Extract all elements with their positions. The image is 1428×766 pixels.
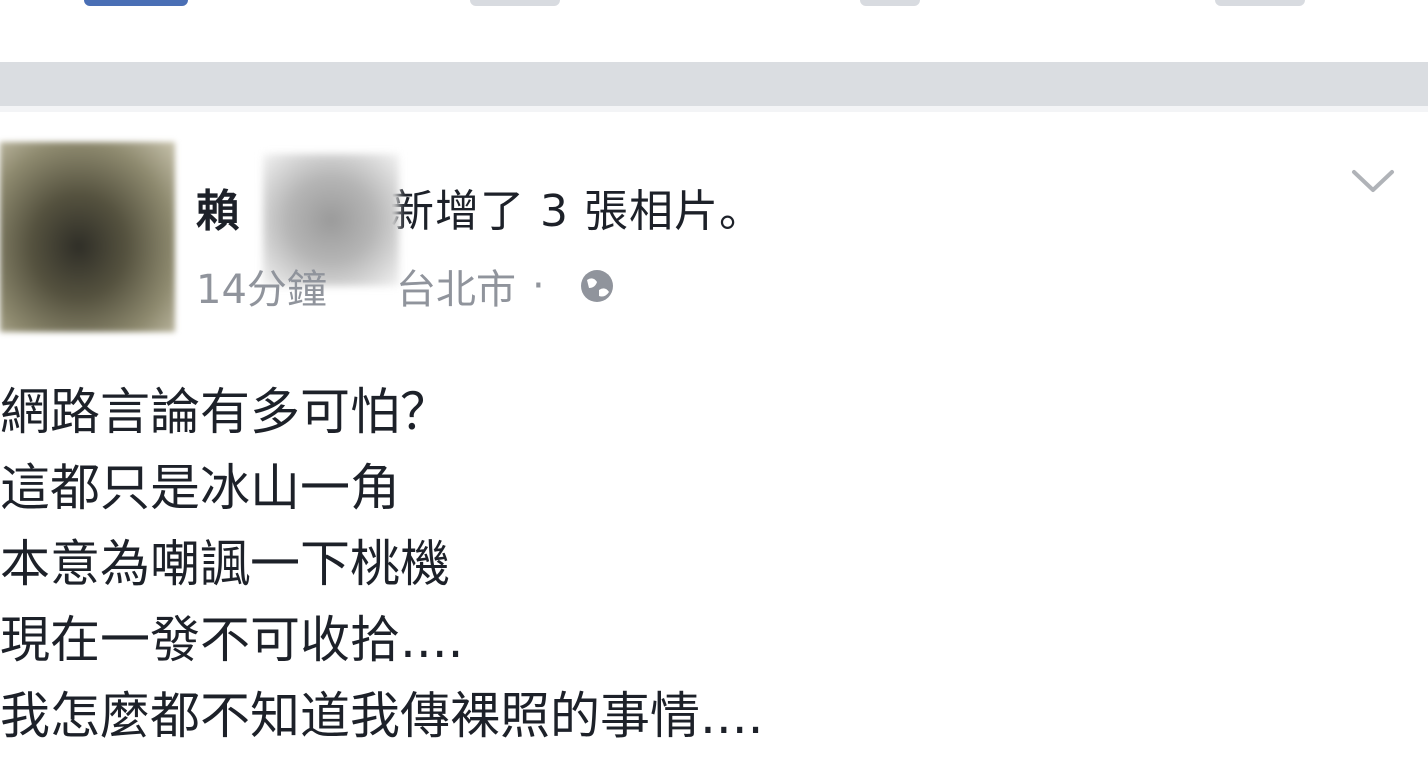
post-timestamp[interactable]: 14分鐘: [196, 257, 396, 315]
post-text-line: 現在一發不可收拾....: [0, 611, 464, 669]
author-name[interactable]: 賴: [196, 175, 240, 239]
top-navigation: [0, 0, 1428, 62]
post-location[interactable]: 台北市: [396, 257, 516, 315]
post-text-line: 本意為嘲諷一下桃機: [0, 535, 450, 593]
feed-divider: [0, 62, 1428, 106]
feed-post: 賴 新增了 3 張相片。 14分鐘 台北市 · 網路言論有多可怕？ 這都只是冰山…: [0, 112, 1428, 766]
globe-icon[interactable]: [577, 266, 617, 306]
nav-home-indicator[interactable]: [84, 0, 188, 6]
post-text-line: 這都只是冰山一角: [0, 459, 400, 517]
post-text-line: 我怎麼都不知道我傳裸照的事情....: [0, 687, 764, 745]
post-meta: 14分鐘 台北市 ·: [196, 258, 617, 314]
nav-item[interactable]: [1215, 0, 1305, 6]
post-body: 網路言論有多可怕？ 這都只是冰山一角 本意為嘲諷一下桃機 現在一發不可收拾...…: [0, 374, 1400, 754]
post-text-line: 網路言論有多可怕？: [0, 383, 450, 441]
post-action-text: 新增了 3 張相片。: [390, 186, 764, 237]
nav-item[interactable]: [470, 0, 560, 6]
nav-item[interactable]: [860, 0, 920, 6]
meta-separator: ·: [532, 263, 545, 309]
chevron-down-icon[interactable]: [1350, 168, 1396, 196]
avatar[interactable]: [0, 142, 175, 332]
